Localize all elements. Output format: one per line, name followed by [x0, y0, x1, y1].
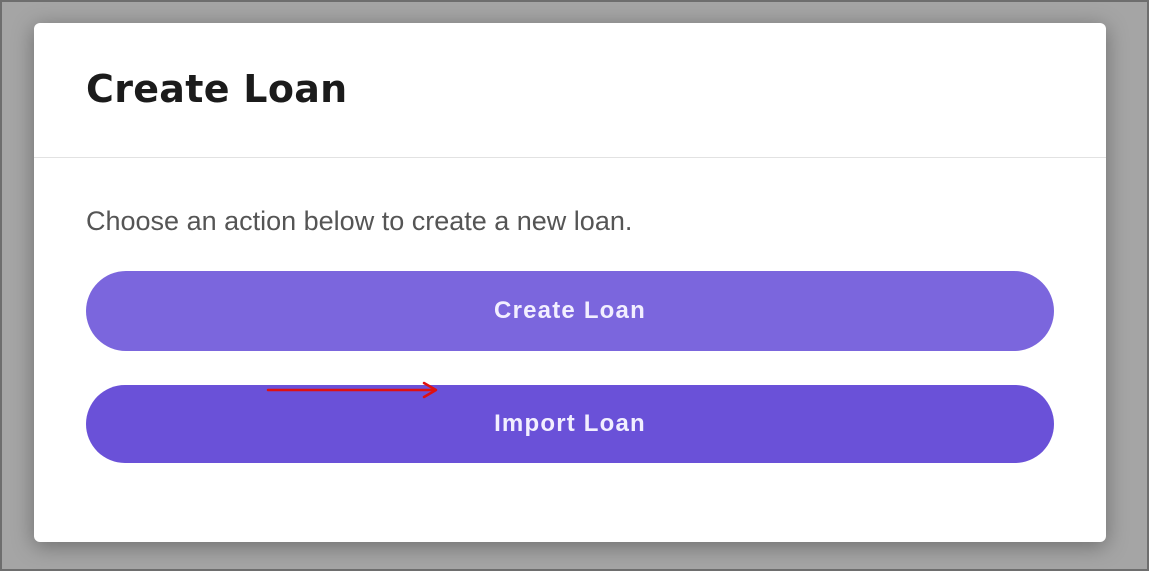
dialog-header: Create Loan: [34, 23, 1106, 158]
dialog-description: Choose an action below to create a new l…: [86, 206, 633, 236]
create-loan-button-label: Create Loan: [494, 297, 646, 324]
import-loan-button[interactable]: Import Loan: [86, 385, 1054, 463]
import-loan-button-label: Import Loan: [494, 410, 646, 437]
create-loan-dialog: Create Loan Choose an action below to cr…: [34, 23, 1106, 542]
create-loan-button[interactable]: Create Loan: [86, 271, 1054, 351]
dialog-title: Create Loan: [86, 67, 348, 111]
arrow-right-icon: [266, 381, 438, 399]
